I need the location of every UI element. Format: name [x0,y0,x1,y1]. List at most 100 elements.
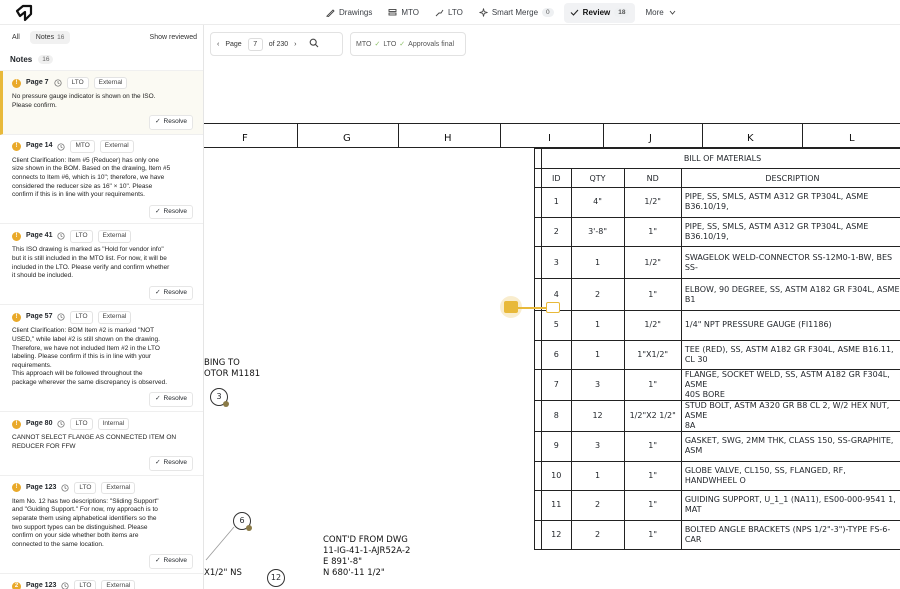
frame-border-line [204,123,900,124]
grid-column-label: F [242,133,248,144]
bom-row: 8 12 1/2"X2 1/2" STUD BOLT, ASTM A320 GR B8… [534,400,900,432]
bom-cell: 1" [623,431,682,462]
notes-filters: All Notes 16 Show reviewed [0,25,203,49]
note-stage-tag: MTO [70,140,95,154]
resolve-label: Resolve [163,459,187,467]
note-page-link[interactable]: Page 123 [26,484,56,493]
search-icon[interactable] [309,38,319,50]
note-card[interactable]: 2 Page 123 LTO External [0,574,203,589]
nav-label: MTO [401,8,419,17]
nav-review[interactable]: Review 18 [563,2,636,23]
resolve-button[interactable]: ✓ Resolve [149,115,193,130]
bom-row: 6 1 1"X1/2" TEE (RED), SS, ASTM A182 GR F30… [534,339,900,370]
resolve-button[interactable]: ✓ Resolve [149,392,193,408]
bom-cell: 1/2"X2 1/2" [623,400,682,432]
note-card[interactable]: ! Page 14 MTO External Client Clarificat… [0,135,203,225]
filter-all-button[interactable]: All [6,31,26,44]
bom-cell: SWAGELOK WELD-CONNECTOR SS-12M0-1-BW, BE… [680,246,900,279]
app-logo-icon[interactable] [14,3,34,23]
resolve-button[interactable]: ✓ Resolve [149,456,193,471]
note-card[interactable]: ! Page 57 LTO External Client Clarificat… [0,305,203,413]
bom-cell: BOLTED ANGLE BRACKETS (NPS 1/2"-3")-TYPE… [680,519,900,550]
bom-cell: STUD BOLT, ASTM A320 GR B8 CL 2, W/2 HEX… [680,400,900,432]
note-card[interactable]: ! Page 123 LTO External Item No. 12 has … [0,476,203,574]
item-bubble[interactable]: 3 [210,388,229,407]
note-status-dot: ! [12,483,21,493]
bom-cell: 1"X1/2" [623,339,682,370]
bom-cell: 3 [570,431,625,462]
filter-notes-label: Notes [35,33,55,41]
note-status-dot: ! [12,231,21,241]
bom-cell: 1" [623,519,682,550]
bom-cell: 9 [541,431,572,462]
bom-header-cell: QTY [570,168,625,188]
clock-icon [61,484,69,492]
pencil-icon [326,9,335,17]
nav-badge: 18 [614,8,630,17]
nav-more[interactable]: More [639,3,682,23]
bom-cell: 3 [541,246,572,279]
bom-cell: 5 [541,310,572,341]
prev-page-icon[interactable]: ‹ [217,41,219,48]
next-page-icon[interactable]: › [294,41,296,48]
step-check-icon: ✓ [399,41,406,48]
clock-icon [61,582,69,589]
note-card[interactable]: ! Page 7 LTO External No pressure gauge … [0,71,203,135]
grid-divider [397,123,399,147]
drawing-text-contd: CONT'D FROM DWG 11-IG-41-1-AJR52A-2 E 89… [323,535,411,578]
note-target-box[interactable] [546,302,560,313]
bom-cell: 10 [541,460,572,491]
bom-cell: 2 [541,216,572,247]
nav-lto[interactable]: LTO [429,3,469,23]
resolve-button[interactable]: ✓ Resolve [149,285,193,301]
note-text: CANNOT SELECT FLANGE AS CONNECTED ITEM O… [12,434,177,450]
bom-cell: GUIDING SUPPORT, U_1_1 (NA11), ES00-000-… [680,490,900,521]
note-page-link[interactable]: Page 123 [26,582,56,589]
bom-spacer [534,431,542,462]
bom-cell: 1/2" [623,187,682,218]
check-icon: ✓ [155,118,161,126]
note-text: Client Clarification: Item #5 (Reducer) … [12,156,171,199]
item-bubble[interactable]: 12 [267,569,285,587]
drawing-text-routing: BING TO OTOR M1181 [204,358,261,379]
note-page-link[interactable]: Page 57 [26,313,52,322]
bom-spacer [534,400,542,432]
nav-drawings[interactable]: Drawings [320,3,378,23]
bom-cell: 12 [570,400,625,432]
bom-spacer [534,278,542,311]
notes-header: Notes 16 [0,49,203,71]
bom-cell: 1 [570,310,625,341]
show-reviewed-toggle[interactable]: Show reviewed [150,34,197,41]
bom-row: 2 3'-8" 1" PIPE, SS, SMLS, ASTM A312 GR TP3… [534,216,900,247]
nav-mto[interactable]: MTO [382,3,425,23]
nav-smart-merge[interactable]: Smart Merge 0 [473,3,560,23]
note-text: Item No. 12 has two descriptions: "Slidi… [12,497,159,548]
note-text: Client Clarification: BOM Item #2 is mar… [12,327,167,386]
filter-notes-button[interactable]: Notes 16 [29,30,71,44]
bom-row: 7 3 1" FLANGE, SOCKET WELD, SS, ASTM A182 G… [534,369,900,401]
note-card[interactable]: ! Page 41 LTO External This ISO drawing … [0,224,203,306]
note-page-link[interactable]: Page 7 [26,79,49,88]
drawing-leader-line [205,526,235,561]
resolve-button[interactable]: ✓ Resolve [149,204,193,220]
grid-column-label: H [444,133,452,144]
note-page-link[interactable]: Page 14 [26,142,52,151]
bom-cell: 2 [570,278,625,311]
note-stage-tag: LTO [70,230,93,243]
drawing-viewer[interactable]: F G H I J K L BILL OF MATERIALS ID QTY ND DESCRIPT… [204,60,900,589]
check-icon [570,9,579,16]
bom-cell: 1" [623,216,682,247]
bom-spacer [534,339,542,370]
resolve-button[interactable]: ✓ Resolve [149,554,193,569]
note-scope-tag: External [97,230,132,243]
workflow-step: Approvals final [408,40,455,48]
bom-header-cell: ND [623,168,682,188]
resolve-label: Resolve [163,395,187,403]
bom-cell: 7 [541,369,572,401]
note-marker-icon[interactable] [504,301,518,313]
page-number-input[interactable]: 7 [247,37,263,51]
page-total: of 230 [268,40,289,48]
note-page-link[interactable]: Page 41 [26,232,52,241]
note-card[interactable]: ! Page 80 LTO Internal CANNOT SELECT FLA… [0,412,203,476]
note-page-link[interactable]: Page 80 [26,420,52,429]
